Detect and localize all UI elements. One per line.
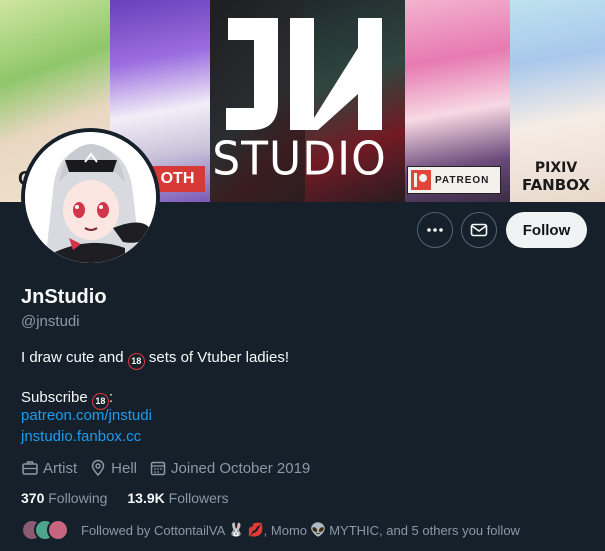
follow-button[interactable]: Follow [506,212,587,248]
subscribe-colon: : [108,389,114,406]
jn-logo-icon [226,18,382,130]
kiss-emoji-icon: 💋 [247,522,264,537]
avatar [47,519,69,541]
profile-bio: I draw cute and 18 sets of Vtuber ladies… [21,348,289,370]
meta-category-text: Artist [43,459,78,477]
bio-text-1: I draw cute and [21,349,124,366]
meta-location: Hell [89,459,137,477]
banner-studio-text: STUDIO [212,132,387,187]
follow-counts: 370 Following 13.9K Followers [21,490,229,506]
following-count: 370 [21,490,45,506]
eighteen-icon: 18 [127,353,145,370]
avatar-character-icon [25,132,156,263]
fanbox-link[interactable]: jnstudio.fanbox.cc [21,428,141,445]
banner-fanbox-badge: PIXIV FANBOX [512,160,600,194]
meta-joined-text: Joined October 2019 [171,459,311,477]
location-pin-icon [91,459,105,477]
more-options-button[interactable] [417,212,453,248]
followers-count: 13.9K [127,490,165,506]
message-button[interactable] [461,212,497,248]
bio-text-2: sets of Vtuber ladies! [148,349,289,366]
profile-handle: @jnstudi [21,313,80,330]
followed-by-middle: , Momo [263,522,307,538]
subscribe-label: Subscribe [21,389,88,406]
followed-by-prefix: Followed by CottontailVA [81,522,226,538]
profile-name: JnStudio [21,286,107,308]
banner-patreon-badge: PATREON [407,166,501,194]
patreon-label: PATREON [435,174,490,186]
profile-avatar[interactable] [21,128,160,267]
calendar-icon [150,461,166,476]
followers-count-link[interactable]: 13.9K Followers [127,490,228,506]
meta-location-text: Hell [111,459,138,477]
alien-emoji-icon: 👽 [310,522,327,537]
profile-meta: Artist Hell Joined October 2019 [21,459,322,477]
following-count-link[interactable]: 370 Following [21,490,107,506]
patreon-link[interactable]: patreon.com/jnstudi [21,407,152,424]
followed-by[interactable]: Followed by CottontailVA 🐰 💋 , Momo 👽 MY… [21,519,520,541]
briefcase-icon [22,461,38,475]
rabbit-emoji-icon: 🐰 [228,522,245,537]
meta-category: Artist [21,459,77,477]
envelope-icon [470,223,488,237]
avatar-image [25,132,156,263]
patreon-icon [411,170,431,190]
fanbox-line-2: FANBOX [522,176,590,194]
fanbox-line-1: PIXIV [534,160,578,176]
more-horizontal-icon [427,228,443,232]
followed-by-suffix: MYTHIC, and 5 others you follow [329,522,520,538]
followed-by-avatars [21,519,71,541]
following-label: Following [48,490,108,506]
meta-joined: Joined October 2019 [149,459,310,477]
followers-label: Followers [168,490,229,506]
